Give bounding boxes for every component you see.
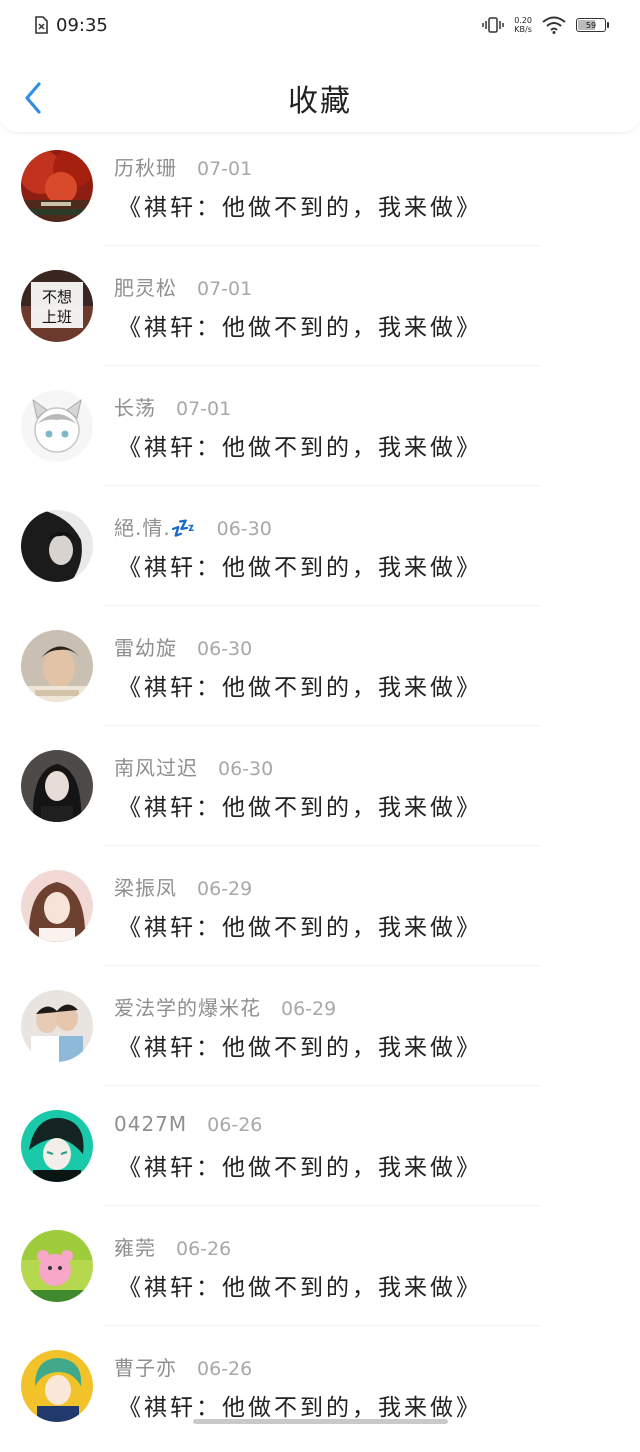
user-name: 历秋珊	[114, 156, 177, 180]
item-date: 07-01	[197, 278, 253, 300]
avatar[interactable]	[21, 870, 93, 942]
item-date: 06-30	[216, 518, 272, 540]
divider	[104, 365, 540, 366]
avatar[interactable]	[21, 510, 93, 582]
status-bar: 09:35 0.20 KB/s 59	[0, 0, 640, 50]
list-item[interactable]: 0427M 06-26 《祺轩：他做不到的，我来做》	[0, 1092, 640, 1212]
vibrate-icon	[482, 17, 504, 33]
item-content: 《祺轩：他做不到的，我来做》	[118, 1155, 482, 1181]
item-meta: 梁振凤 06-29	[114, 872, 252, 901]
avatar[interactable]	[21, 630, 93, 702]
user-name: 曹子亦	[114, 1356, 177, 1380]
divider	[104, 845, 540, 846]
user-name: 雷幼旋	[114, 636, 177, 660]
avatar[interactable]	[21, 1110, 93, 1182]
item-meta: 肥灵松 07-01	[114, 272, 252, 301]
network-speed: 0.20 KB/s	[514, 16, 532, 34]
avatar-text-bottom: 上班	[42, 308, 72, 326]
item-meta: 絕.情.💤 06-30	[114, 512, 272, 541]
item-date: 06-30	[218, 758, 274, 780]
divider	[104, 485, 540, 486]
list-item[interactable]: 历秋珊 07-01 《祺轩：他做不到的，我来做》	[0, 132, 640, 252]
avatar[interactable]	[21, 990, 93, 1062]
item-content: 《祺轩：他做不到的，我来做》	[118, 675, 482, 701]
divider	[104, 605, 540, 606]
favorites-list: 历秋珊 07-01 《祺轩：他做不到的，我来做》 不想 上班 肥灵松 07-01…	[0, 132, 640, 1452]
item-date: 06-30	[197, 638, 253, 660]
divider	[104, 725, 540, 726]
battery-icon: 59	[576, 18, 609, 32]
item-meta: 0427M 06-26	[114, 1112, 262, 1136]
status-right: 0.20 KB/s 59	[482, 16, 609, 34]
user-name: 肥灵松	[114, 276, 177, 300]
item-content: 《祺轩：他做不到的，我来做》	[118, 195, 482, 221]
list-item[interactable]: 不想 上班 肥灵松 07-01 《祺轩：他做不到的，我来做》	[0, 252, 640, 372]
item-date: 07-01	[197, 158, 253, 180]
user-name: 梁振凤	[114, 876, 177, 900]
avatar[interactable]	[21, 390, 93, 462]
item-date: 06-29	[281, 998, 337, 1020]
app-header: 收藏	[0, 50, 640, 132]
item-content: 《祺轩：他做不到的，我来做》	[118, 915, 482, 941]
item-content: 《祺轩：他做不到的，我来做》	[118, 1275, 482, 1301]
item-date: 06-26	[176, 1238, 232, 1260]
avatar[interactable]	[21, 1230, 93, 1302]
item-meta: 南风过迟 06-30	[114, 752, 273, 781]
user-name: 南风过迟	[114, 756, 198, 780]
item-meta: 雍莞 06-26	[114, 1232, 231, 1261]
user-name: 絕.情.💤	[114, 516, 197, 540]
avatar[interactable]	[21, 750, 93, 822]
page-title: 收藏	[288, 84, 352, 119]
battery-level: 59	[585, 20, 597, 30]
status-left: 09:35	[34, 15, 108, 36]
divider	[104, 1325, 540, 1326]
item-content: 《祺轩：他做不到的，我来做》	[118, 555, 482, 581]
divider	[104, 1085, 540, 1086]
avatar[interactable]	[21, 1350, 93, 1422]
clock-time: 09:35	[56, 14, 108, 36]
item-date: 06-29	[197, 878, 253, 900]
item-content: 《祺轩：他做不到的，我来做》	[118, 1035, 482, 1061]
item-meta: 雷幼旋 06-30	[114, 632, 252, 661]
user-name: 爱法学的爆米花	[114, 996, 261, 1020]
user-name: 长荡	[114, 396, 156, 420]
avatar-text-top: 不想	[42, 288, 72, 306]
item-date: 06-26	[197, 1358, 253, 1380]
network-speed-unit: KB/s	[514, 25, 532, 34]
list-item[interactable]: 爱法学的爆米花 06-29 《祺轩：他做不到的，我来做》	[0, 972, 640, 1092]
wifi-icon	[542, 16, 566, 34]
list-item[interactable]: 絕.情.💤 06-30 《祺轩：他做不到的，我来做》	[0, 492, 640, 612]
user-name: 0427M	[114, 1112, 188, 1136]
item-meta: 长荡 07-01	[114, 392, 231, 421]
list-item[interactable]: 曹子亦 06-26 《祺轩：他做不到的，我来做》	[0, 1332, 640, 1452]
list-item[interactable]: 南风过迟 06-30 《祺轩：他做不到的，我来做》	[0, 732, 640, 852]
list-item[interactable]: 雍莞 06-26 《祺轩：他做不到的，我来做》	[0, 1212, 640, 1332]
list-item[interactable]: 长荡 07-01 《祺轩：他做不到的，我来做》	[0, 372, 640, 492]
divider	[104, 1205, 540, 1206]
divider	[104, 965, 540, 966]
item-content: 《祺轩：他做不到的，我来做》	[118, 435, 482, 461]
item-meta: 曹子亦 06-26	[114, 1352, 252, 1381]
item-content: 《祺轩：他做不到的，我来做》	[118, 315, 482, 341]
sim-error-icon	[35, 16, 48, 34]
avatar[interactable]	[21, 150, 93, 222]
network-speed-value: 0.20	[514, 16, 532, 25]
item-meta: 历秋珊 07-01	[114, 152, 252, 181]
item-content: 《祺轩：他做不到的，我来做》	[118, 795, 482, 821]
item-date: 07-01	[176, 398, 232, 420]
item-date: 06-26	[207, 1114, 263, 1136]
item-content: 《祺轩：他做不到的，我来做》	[118, 1395, 482, 1421]
list-item[interactable]: 梁振凤 06-29 《祺轩：他做不到的，我来做》	[0, 852, 640, 972]
user-name: 雍莞	[114, 1236, 156, 1260]
divider	[104, 245, 540, 246]
home-indicator[interactable]	[193, 1419, 448, 1424]
item-meta: 爱法学的爆米花 06-29	[114, 992, 336, 1021]
list-item[interactable]: 雷幼旋 06-30 《祺轩：他做不到的，我来做》	[0, 612, 640, 732]
avatar[interactable]: 不想 上班	[21, 270, 93, 342]
